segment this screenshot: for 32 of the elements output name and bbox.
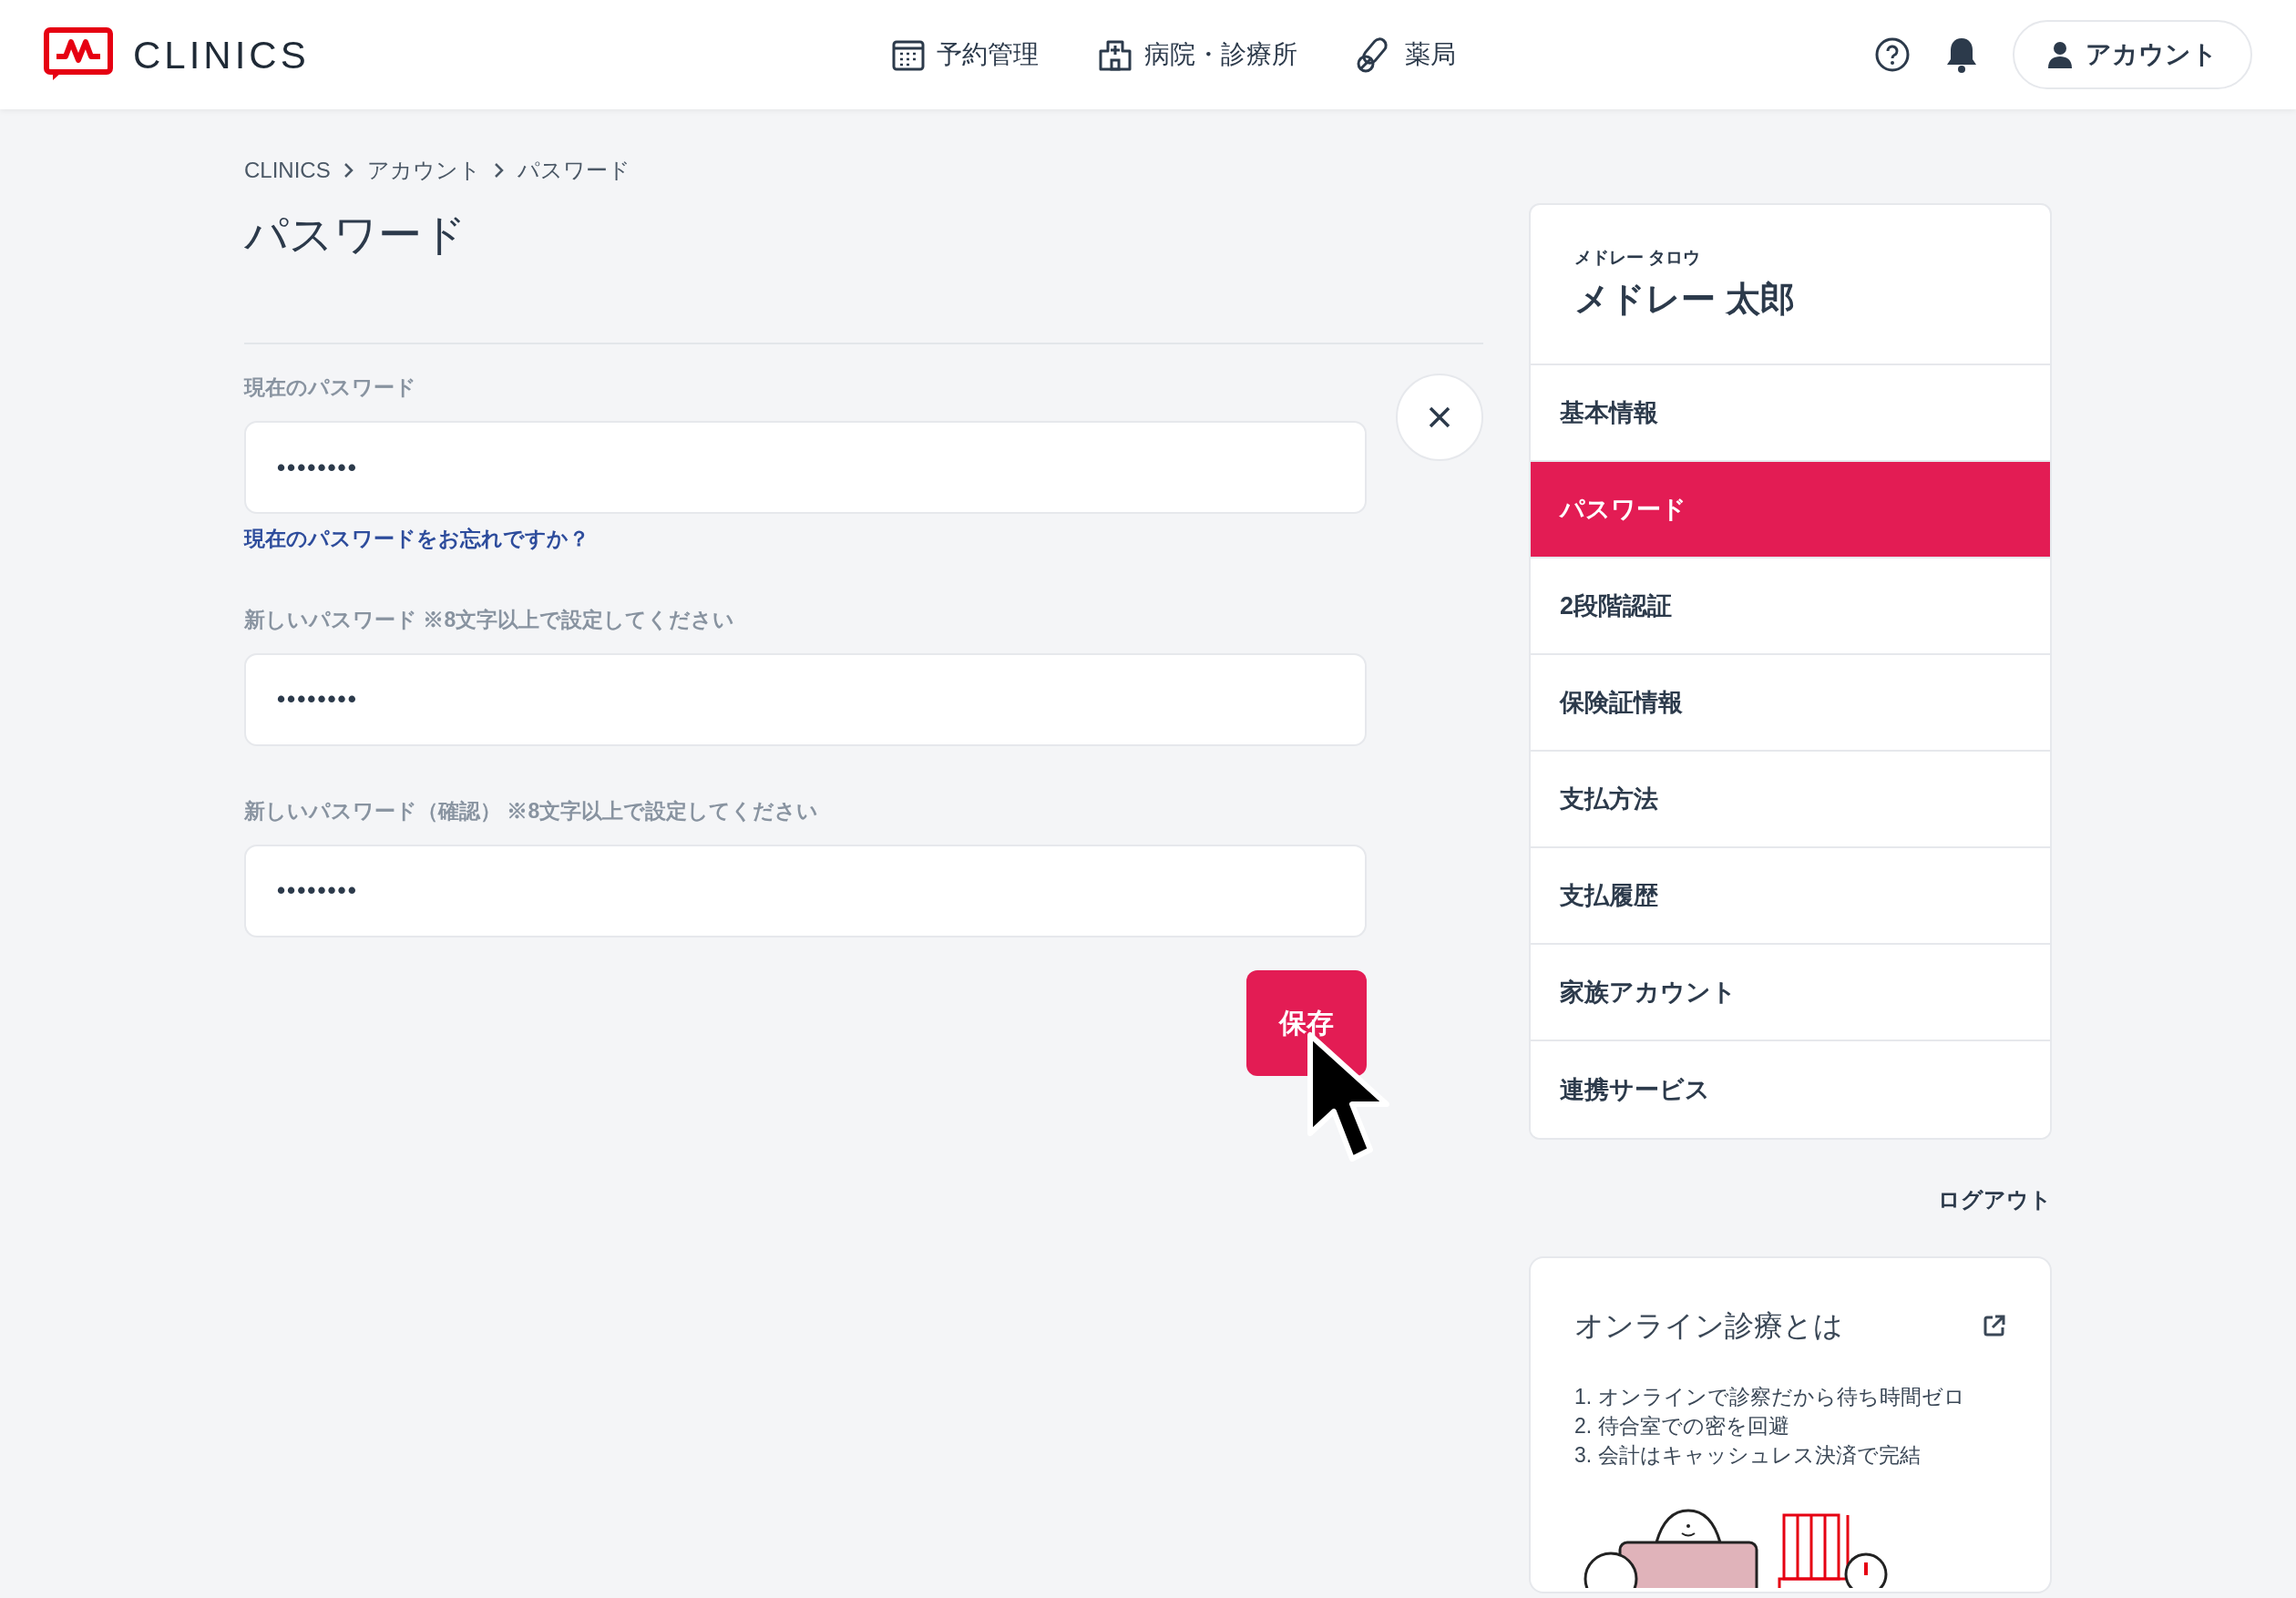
breadcrumb-link[interactable]: パスワード [517, 154, 630, 187]
breadcrumb-link[interactable]: CLINICS [244, 154, 331, 187]
password-field[interactable]: •••••••• [244, 652, 1367, 746]
field-label: 現在のパスワード [244, 374, 417, 401]
page-title: パスワード [244, 210, 467, 261]
external-link-icon[interactable] [1983, 1314, 2006, 1337]
list-item: 1. オンラインで診察だから待ち時間ゼロ [1574, 1384, 1966, 1410]
chevron-right-icon [343, 162, 354, 179]
logo-icon [44, 27, 113, 82]
user-name: メドレー 太郎 [1574, 278, 1796, 320]
nav-link[interactable]: 病院・診療所 [1097, 36, 1297, 74]
nav-link[interactable]: 薬局 [1356, 36, 1456, 74]
account-button[interactable]: アカウント [2013, 20, 2252, 89]
menu-item[interactable]: パスワード [1531, 462, 2050, 558]
list-item: 3. 会計はキャッシュレス決済で完結 [1574, 1442, 1922, 1469]
card-title: オンライン診療とは [1574, 1308, 1843, 1344]
password-field[interactable]: •••••••• [244, 844, 1367, 937]
user-icon [2047, 41, 2073, 68]
breadcrumb-link[interactable]: アカウント [366, 154, 481, 187]
forgot-password-link[interactable]: 現在のパスワードをお忘れですか？ [244, 523, 589, 555]
password-field[interactable]: •••••••• [244, 421, 1367, 514]
save-button[interactable]: 保存 [1246, 969, 1367, 1076]
field-label: 新しいパスワード ※8文字以上で設定してください [244, 606, 736, 633]
logout-link[interactable]: ログアウト [1938, 1183, 2052, 1216]
list-item: 2. 待合室での密を回避 [1574, 1413, 1790, 1439]
nav-link[interactable]: 予約管理 [891, 36, 1039, 74]
chevron-right-icon [493, 162, 505, 179]
name-reading: メドレー タロウ [1574, 247, 1702, 269]
logo-text: CLINICS [133, 32, 310, 78]
close-icon [1429, 406, 1450, 428]
help-icon[interactable] [1874, 36, 1911, 73]
field-label: 新しいパスワード（確認） ※8文字以上で設定してください [244, 797, 820, 825]
